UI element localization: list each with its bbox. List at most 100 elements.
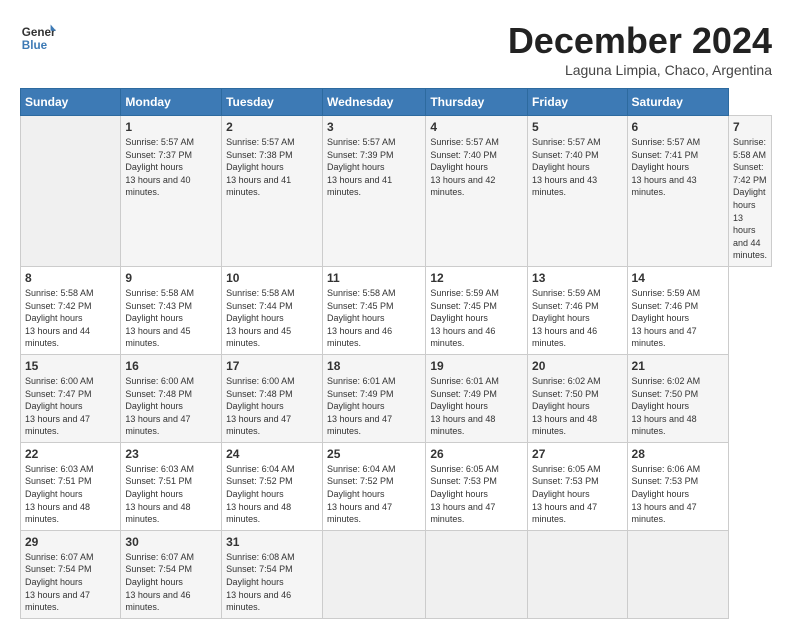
day-number: 25 (327, 447, 421, 461)
calendar-cell: 29 Sunrise: 6:07 AM Sunset: 7:54 PM Dayl… (21, 530, 121, 618)
calendar-cell: 2 Sunrise: 5:57 AM Sunset: 7:38 PM Dayli… (222, 116, 323, 267)
col-saturday: Saturday (627, 89, 728, 116)
day-number: 21 (632, 359, 724, 373)
day-info: Sunrise: 6:00 AM Sunset: 7:48 PM Dayligh… (226, 375, 318, 438)
calendar-cell (323, 530, 426, 618)
calendar-week-2: 15 Sunrise: 6:00 AM Sunset: 7:47 PM Dayl… (21, 354, 772, 442)
day-info: Sunrise: 6:08 AM Sunset: 7:54 PM Dayligh… (226, 551, 318, 614)
day-info: Sunrise: 5:57 AM Sunset: 7:39 PM Dayligh… (327, 136, 421, 199)
calendar-cell: 8 Sunrise: 5:58 AM Sunset: 7:42 PM Dayli… (21, 266, 121, 354)
calendar-cell: 11 Sunrise: 5:58 AM Sunset: 7:45 PM Dayl… (323, 266, 426, 354)
day-info: Sunrise: 6:05 AM Sunset: 7:53 PM Dayligh… (430, 463, 523, 526)
day-number: 22 (25, 447, 116, 461)
calendar-cell (627, 530, 728, 618)
calendar-cell: 22 Sunrise: 6:03 AM Sunset: 7:51 PM Dayl… (21, 442, 121, 530)
col-wednesday: Wednesday (323, 89, 426, 116)
day-info: Sunrise: 6:03 AM Sunset: 7:51 PM Dayligh… (25, 463, 116, 526)
day-number: 31 (226, 535, 318, 549)
calendar-cell: 27 Sunrise: 6:05 AM Sunset: 7:53 PM Dayl… (528, 442, 627, 530)
calendar-cell: 31 Sunrise: 6:08 AM Sunset: 7:54 PM Dayl… (222, 530, 323, 618)
col-friday: Friday (528, 89, 627, 116)
calendar-cell: 16 Sunrise: 6:00 AM Sunset: 7:48 PM Dayl… (121, 354, 222, 442)
day-number: 8 (25, 271, 116, 285)
calendar-cell: 28 Sunrise: 6:06 AM Sunset: 7:53 PM Dayl… (627, 442, 728, 530)
day-info: Sunrise: 6:07 AM Sunset: 7:54 PM Dayligh… (25, 551, 116, 614)
calendar-cell: 18 Sunrise: 6:01 AM Sunset: 7:49 PM Dayl… (323, 354, 426, 442)
day-info: Sunrise: 5:57 AM Sunset: 7:37 PM Dayligh… (125, 136, 217, 199)
calendar-cell: 3 Sunrise: 5:57 AM Sunset: 7:39 PM Dayli… (323, 116, 426, 267)
day-number: 1 (125, 120, 217, 134)
day-number: 20 (532, 359, 622, 373)
header-row: Sunday Monday Tuesday Wednesday Thursday… (21, 89, 772, 116)
day-info: Sunrise: 6:03 AM Sunset: 7:51 PM Dayligh… (125, 463, 217, 526)
day-number: 7 (733, 120, 767, 134)
day-number: 9 (125, 271, 217, 285)
day-info: Sunrise: 6:00 AM Sunset: 7:47 PM Dayligh… (25, 375, 116, 438)
day-number: 6 (632, 120, 724, 134)
calendar-cell: 24 Sunrise: 6:04 AM Sunset: 7:52 PM Dayl… (222, 442, 323, 530)
calendar-cell: 5 Sunrise: 5:57 AM Sunset: 7:40 PM Dayli… (528, 116, 627, 267)
day-number: 23 (125, 447, 217, 461)
month-title: December 2024 (508, 20, 772, 62)
day-info: Sunrise: 5:57 AM Sunset: 7:40 PM Dayligh… (430, 136, 523, 199)
day-number: 10 (226, 271, 318, 285)
day-number: 12 (430, 271, 523, 285)
day-info: Sunrise: 5:57 AM Sunset: 7:40 PM Dayligh… (532, 136, 622, 199)
day-info: Sunrise: 6:00 AM Sunset: 7:48 PM Dayligh… (125, 375, 217, 438)
day-info: Sunrise: 5:57 AM Sunset: 7:41 PM Dayligh… (632, 136, 724, 199)
calendar-cell: 6 Sunrise: 5:57 AM Sunset: 7:41 PM Dayli… (627, 116, 728, 267)
col-thursday: Thursday (426, 89, 528, 116)
calendar-cell (21, 116, 121, 267)
day-number: 14 (632, 271, 724, 285)
calendar-cell (528, 530, 627, 618)
day-info: Sunrise: 6:01 AM Sunset: 7:49 PM Dayligh… (327, 375, 421, 438)
calendar-cell: 13 Sunrise: 5:59 AM Sunset: 7:46 PM Dayl… (528, 266, 627, 354)
calendar-cell: 19 Sunrise: 6:01 AM Sunset: 7:49 PM Dayl… (426, 354, 528, 442)
col-monday: Monday (121, 89, 222, 116)
calendar-cell (426, 530, 528, 618)
calendar-week-3: 22 Sunrise: 6:03 AM Sunset: 7:51 PM Dayl… (21, 442, 772, 530)
calendar-cell: 23 Sunrise: 6:03 AM Sunset: 7:51 PM Dayl… (121, 442, 222, 530)
day-number: 28 (632, 447, 724, 461)
day-info: Sunrise: 5:58 AM Sunset: 7:42 PM Dayligh… (25, 287, 116, 350)
day-info: Sunrise: 5:58 AM Sunset: 7:44 PM Dayligh… (226, 287, 318, 350)
calendar-cell: 9 Sunrise: 5:58 AM Sunset: 7:43 PM Dayli… (121, 266, 222, 354)
col-tuesday: Tuesday (222, 89, 323, 116)
calendar-cell: 14 Sunrise: 5:59 AM Sunset: 7:46 PM Dayl… (627, 266, 728, 354)
calendar-cell: 21 Sunrise: 6:02 AM Sunset: 7:50 PM Dayl… (627, 354, 728, 442)
day-info: Sunrise: 6:05 AM Sunset: 7:53 PM Dayligh… (532, 463, 622, 526)
title-area: December 2024 Laguna Limpia, Chaco, Arge… (508, 20, 772, 78)
day-number: 11 (327, 271, 421, 285)
calendar-week-0: 1 Sunrise: 5:57 AM Sunset: 7:37 PM Dayli… (21, 116, 772, 267)
day-info: Sunrise: 5:59 AM Sunset: 7:45 PM Dayligh… (430, 287, 523, 350)
calendar-week-4: 29 Sunrise: 6:07 AM Sunset: 7:54 PM Dayl… (21, 530, 772, 618)
day-number: 18 (327, 359, 421, 373)
calendar-cell: 26 Sunrise: 6:05 AM Sunset: 7:53 PM Dayl… (426, 442, 528, 530)
day-number: 15 (25, 359, 116, 373)
calendar-cell: 30 Sunrise: 6:07 AM Sunset: 7:54 PM Dayl… (121, 530, 222, 618)
day-number: 3 (327, 120, 421, 134)
day-info: Sunrise: 5:58 AM Sunset: 7:45 PM Dayligh… (327, 287, 421, 350)
day-info: Sunrise: 6:06 AM Sunset: 7:53 PM Dayligh… (632, 463, 724, 526)
calendar-week-1: 8 Sunrise: 5:58 AM Sunset: 7:42 PM Dayli… (21, 266, 772, 354)
day-info: Sunrise: 6:01 AM Sunset: 7:49 PM Dayligh… (430, 375, 523, 438)
location-title: Laguna Limpia, Chaco, Argentina (508, 62, 772, 78)
day-number: 5 (532, 120, 622, 134)
day-number: 24 (226, 447, 318, 461)
day-info: Sunrise: 6:02 AM Sunset: 7:50 PM Dayligh… (532, 375, 622, 438)
calendar-cell: 1 Sunrise: 5:57 AM Sunset: 7:37 PM Dayli… (121, 116, 222, 267)
calendar-cell: 4 Sunrise: 5:57 AM Sunset: 7:40 PM Dayli… (426, 116, 528, 267)
header: General Blue December 2024 Laguna Limpia… (20, 20, 772, 78)
day-number: 2 (226, 120, 318, 134)
day-number: 29 (25, 535, 116, 549)
day-number: 27 (532, 447, 622, 461)
logo-icon: General Blue (20, 20, 56, 56)
day-info: Sunrise: 6:02 AM Sunset: 7:50 PM Dayligh… (632, 375, 724, 438)
day-info: Sunrise: 5:57 AM Sunset: 7:38 PM Dayligh… (226, 136, 318, 199)
col-sunday: Sunday (21, 89, 121, 116)
calendar-cell: 10 Sunrise: 5:58 AM Sunset: 7:44 PM Dayl… (222, 266, 323, 354)
day-info: Sunrise: 5:59 AM Sunset: 7:46 PM Dayligh… (532, 287, 622, 350)
day-number: 4 (430, 120, 523, 134)
day-info: Sunrise: 6:04 AM Sunset: 7:52 PM Dayligh… (327, 463, 421, 526)
logo: General Blue (20, 20, 56, 56)
